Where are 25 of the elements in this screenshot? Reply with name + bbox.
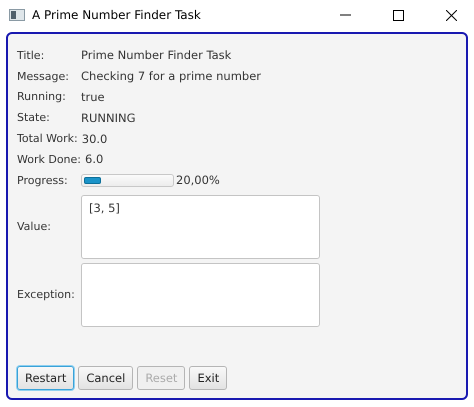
- field-label: State:: [17, 111, 51, 124]
- field-value: 30.0: [82, 132, 108, 146]
- field-label: Message:: [17, 70, 70, 83]
- field-label: Progress:: [17, 174, 69, 187]
- progress-reading: 20,00%: [176, 173, 220, 188]
- action-button[interactable]: Exit: [189, 366, 228, 390]
- close-icon: [446, 10, 456, 20]
- action-button[interactable]: Restart: [17, 366, 74, 390]
- field-value: Checking 7 for a prime number: [81, 69, 261, 84]
- app-icon: [9, 9, 25, 21]
- field-label: Title:: [17, 48, 46, 62]
- field-value: RUNNING: [81, 110, 136, 125]
- field-label: Exception:: [17, 288, 76, 302]
- field-label: Work Done:: [17, 152, 82, 166]
- field-value: Prime Number Finder Task: [81, 48, 232, 62]
- window-title: A Prime Number Finder Task: [32, 8, 202, 22]
- text-area[interactable]: [3, 5]: [81, 194, 320, 259]
- field-label: Total Work:: [17, 132, 79, 146]
- field-label: Running:: [17, 90, 67, 104]
- action-button[interactable]: Cancel: [78, 366, 134, 390]
- minimize-icon: [340, 14, 350, 16]
- field-label: Value:: [17, 220, 52, 234]
- field-value: 6.0: [85, 152, 104, 166]
- maximize-icon: [392, 10, 404, 20]
- field-value: true: [81, 90, 105, 104]
